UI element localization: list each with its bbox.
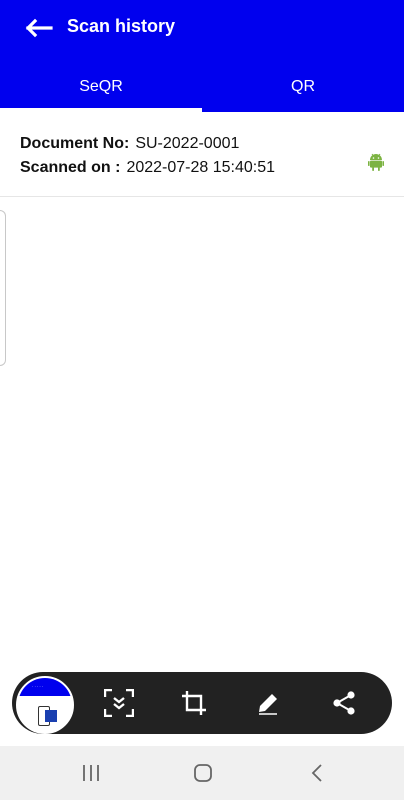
- edge-panel-handle[interactable]: [0, 210, 6, 366]
- recent-apps-button[interactable]: [76, 760, 106, 786]
- document-value: SU-2022-0001: [135, 135, 240, 152]
- arrow-left-icon: [25, 18, 53, 38]
- android-icon: [368, 153, 384, 171]
- draw-button[interactable]: [252, 687, 284, 719]
- scroll-capture-icon: [104, 689, 134, 717]
- home-icon: [194, 764, 212, 782]
- home-button[interactable]: [188, 760, 218, 786]
- tab-seqr[interactable]: SeQR: [0, 62, 202, 112]
- back-button[interactable]: [18, 12, 58, 44]
- document-label: Document No:: [20, 135, 130, 152]
- screenshot-toolbar: · · · · ·: [12, 672, 392, 734]
- scanned-label: Scanned on :: [20, 159, 121, 176]
- share-icon: [333, 691, 355, 715]
- document-line: Document No: SU-2022-0001: [20, 135, 239, 153]
- page-title: Scan history: [67, 16, 176, 36]
- tab-bar: SeQR QR: [0, 62, 404, 112]
- crop-icon: [182, 691, 206, 715]
- back-icon: [311, 764, 322, 782]
- pencil-icon: [259, 694, 277, 715]
- screenshot-thumbnail[interactable]: · · · · ·: [16, 676, 74, 734]
- back-nav-button[interactable]: [302, 760, 332, 786]
- system-nav-bar: [0, 746, 404, 800]
- tab-qr[interactable]: QR: [202, 62, 404, 112]
- scan-record[interactable]: Document No: SU-2022-0001 Scanned on : 202…: [0, 112, 404, 197]
- scanned-value: 2022-07-28 15:40:51: [126, 159, 276, 176]
- scroll-capture-button[interactable]: [103, 687, 135, 719]
- app-bar: Scan history SeQR QR: [0, 0, 404, 112]
- scanned-line: Scanned on : 2022-07-28 15:40:51: [20, 159, 275, 177]
- share-button[interactable]: [328, 687, 360, 719]
- recent-apps-icon: [83, 765, 99, 781]
- crop-button[interactable]: [178, 687, 210, 719]
